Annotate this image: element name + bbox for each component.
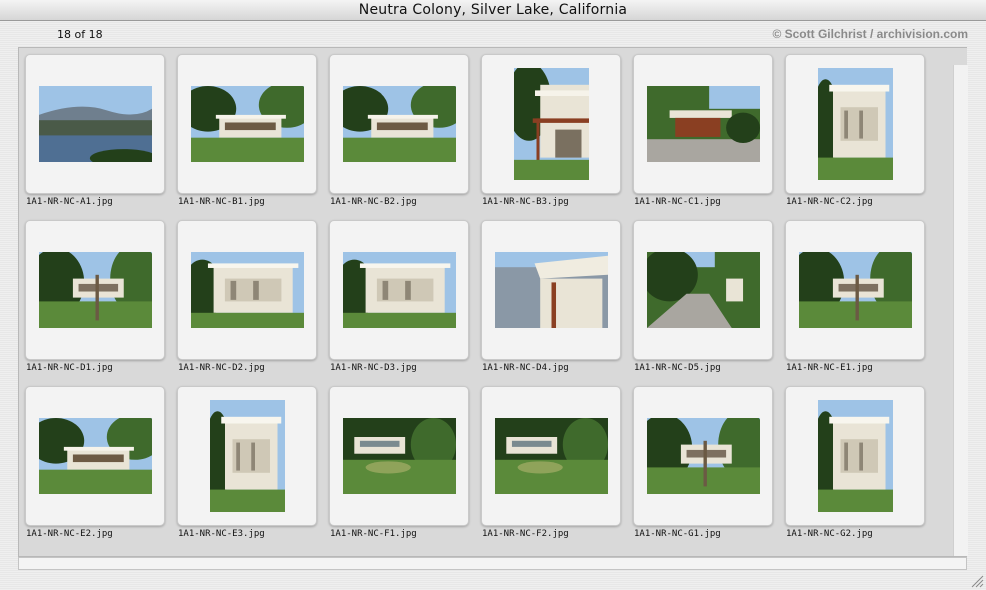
- thumbnail-filename: 1A1-NR-NC-D2.jpg: [178, 363, 265, 373]
- thumbnail-item[interactable]: 1A1-NR-NC-G1.jpg: [627, 380, 773, 540]
- thumbnail-filename: 1A1-NR-NC-D4.jpg: [482, 363, 569, 373]
- thumbnail-item[interactable]: 1A1-NR-NC-E1.jpg: [779, 214, 925, 374]
- thumbnail-item[interactable]: 1A1-NR-NC-B3.jpg: [475, 48, 621, 208]
- image-count-label: 18 of 18: [57, 28, 103, 41]
- thumbnail-item[interactable]: 1A1-NR-NC-B1.jpg: [171, 48, 317, 208]
- thumbnail-filename: 1A1-NR-NC-E1.jpg: [786, 363, 873, 373]
- thumbnail-filename: 1A1-NR-NC-D1.jpg: [26, 363, 113, 373]
- thumbnail-photo: [817, 400, 893, 512]
- slide-mount[interactable]: [633, 54, 773, 194]
- slide-mount[interactable]: [329, 54, 469, 194]
- resize-grip-icon[interactable]: [971, 575, 984, 588]
- thumbnail-item[interactable]: 1A1-NR-NC-G2.jpg: [779, 380, 925, 540]
- thumbnail-filename: 1A1-NR-NC-B3.jpg: [482, 197, 569, 207]
- slide-mount[interactable]: [329, 386, 469, 526]
- thumbnail-item[interactable]: 1A1-NR-NC-C1.jpg: [627, 48, 773, 208]
- thumbnail-filename: 1A1-NR-NC-A1.jpg: [26, 197, 113, 207]
- thumbnail-item[interactable]: 1A1-NR-NC-D1.jpg: [19, 214, 165, 374]
- thumbnail-filename: 1A1-NR-NC-E2.jpg: [26, 529, 113, 539]
- thumbnail-filename: 1A1-NR-NC-B2.jpg: [330, 197, 417, 207]
- vertical-scrollbar[interactable]: [953, 65, 968, 556]
- thumbnail-item[interactable]: 1A1-NR-NC-E2.jpg: [19, 380, 165, 540]
- thumbnail-photo: [646, 252, 760, 328]
- thumbnail-filename: 1A1-NR-NC-F1.jpg: [330, 529, 417, 539]
- thumbnail-photo: [646, 418, 760, 494]
- slide-mount[interactable]: [25, 54, 165, 194]
- thumbnail-filename: 1A1-NR-NC-G2.jpg: [786, 529, 873, 539]
- thumbnail-item[interactable]: 1A1-NR-NC-F1.jpg: [323, 380, 469, 540]
- thumbnail-item[interactable]: 1A1-NR-NC-D4.jpg: [475, 214, 621, 374]
- slide-mount[interactable]: [329, 220, 469, 360]
- thumbnail-photo: [38, 86, 152, 162]
- slide-mount[interactable]: [785, 386, 925, 526]
- thumbnail-filename: 1A1-NR-NC-C1.jpg: [634, 197, 721, 207]
- slide-mount[interactable]: [481, 386, 621, 526]
- thumbnail-photo: [38, 418, 152, 494]
- thumbnail-photo: [209, 400, 285, 512]
- thumbnail-grid: 1A1-NR-NC-A1.jpg 1A1-NR-NC-B1.jpg 1A1-NR-N…: [19, 48, 953, 556]
- thumbnail-filename: 1A1-NR-NC-G1.jpg: [634, 529, 721, 539]
- thumbnail-item[interactable]: 1A1-NR-NC-C2.jpg: [779, 48, 925, 208]
- thumbnail-filename: 1A1-NR-NC-B1.jpg: [178, 197, 265, 207]
- thumbnail-photo: [190, 252, 304, 328]
- window-title-bar[interactable]: Neutra Colony, Silver Lake, California: [0, 0, 986, 21]
- thumbnail-item[interactable]: 1A1-NR-NC-F2.jpg: [475, 380, 621, 540]
- thumbnail-photo: [817, 68, 893, 180]
- slide-mount[interactable]: [25, 220, 165, 360]
- slide-mount[interactable]: [177, 386, 317, 526]
- slide-mount[interactable]: [25, 386, 165, 526]
- thumbnail-photo: [342, 252, 456, 328]
- thumbnail-filename: 1A1-NR-NC-E3.jpg: [178, 529, 265, 539]
- thumbnail-photo: [494, 418, 608, 494]
- slide-mount[interactable]: [177, 220, 317, 360]
- slide-mount[interactable]: [633, 220, 773, 360]
- thumbnail-filename: 1A1-NR-NC-D3.jpg: [330, 363, 417, 373]
- slide-mount[interactable]: [785, 220, 925, 360]
- thumbnail-photo: [190, 86, 304, 162]
- copyright-notice: © Scott Gilchrist / archivision.com: [772, 27, 968, 41]
- thumbnail-item[interactable]: 1A1-NR-NC-E3.jpg: [171, 380, 317, 540]
- slide-mount[interactable]: [633, 386, 773, 526]
- thumbnail-item[interactable]: 1A1-NR-NC-D3.jpg: [323, 214, 469, 374]
- thumbnail-photo: [798, 252, 912, 328]
- thumbnail-photo: [494, 252, 608, 328]
- window-title: Neutra Colony, Silver Lake, California: [358, 2, 628, 18]
- thumbnail-filename: 1A1-NR-NC-D5.jpg: [634, 363, 721, 373]
- thumbnail-filename: 1A1-NR-NC-F2.jpg: [482, 529, 569, 539]
- slide-mount[interactable]: [177, 54, 317, 194]
- thumbnail-photo: [342, 418, 456, 494]
- thumbnail-item[interactable]: 1A1-NR-NC-B2.jpg: [323, 48, 469, 208]
- thumbnail-item[interactable]: 1A1-NR-NC-D2.jpg: [171, 214, 317, 374]
- thumbnail-photo: [38, 252, 152, 328]
- slide-mount[interactable]: [481, 220, 621, 360]
- thumbnail-photo: [646, 86, 760, 162]
- thumbnail-photo: [342, 86, 456, 162]
- slide-mount[interactable]: [481, 54, 621, 194]
- slide-mount[interactable]: [785, 54, 925, 194]
- thumbnail-filename: 1A1-NR-NC-C2.jpg: [786, 197, 873, 207]
- thumbnail-photo: [513, 68, 589, 180]
- thumbnail-item[interactable]: 1A1-NR-NC-A1.jpg: [19, 48, 165, 208]
- horizontal-scrollbar[interactable]: [18, 557, 967, 570]
- thumbnail-panel: 1A1-NR-NC-A1.jpg 1A1-NR-NC-B1.jpg 1A1-NR-N…: [18, 47, 968, 557]
- thumbnail-item[interactable]: 1A1-NR-NC-D5.jpg: [627, 214, 773, 374]
